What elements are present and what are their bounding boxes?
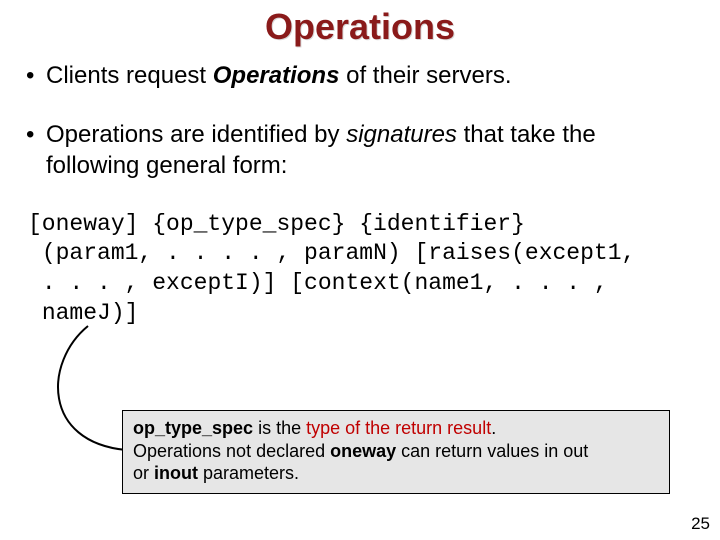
slide: Operations Clients request Operations of…	[0, 0, 720, 540]
callout-inout: inout	[154, 463, 198, 483]
callout-l2-pre: Operations not declared	[133, 441, 330, 461]
callout-l3-post: parameters.	[198, 463, 299, 483]
callout-l1-end: .	[491, 418, 496, 438]
page-number: 25	[691, 514, 710, 534]
callout-l3-pre: or	[133, 463, 154, 483]
callout-out: out	[563, 441, 588, 461]
signature-code: [oneway] {op_type_spec} {identifier} (pa…	[0, 210, 720, 330]
callout-type-of-return: type of the return result	[306, 418, 491, 438]
bullet-2-pre: Operations are identified by	[46, 121, 346, 148]
bullet-1-post: of their servers.	[339, 62, 511, 89]
bullet-2-signatures: signatures	[346, 121, 457, 148]
callout-line-2: Operations not declared oneway can retur…	[133, 440, 659, 463]
callout-line-3: or inout parameters.	[133, 462, 659, 485]
callout-line-1: op_type_spec is the type of the return r…	[133, 417, 659, 440]
callout-oneway: oneway	[330, 441, 396, 461]
bullet-2: Operations are identified by signatures …	[26, 119, 694, 181]
slide-title: Operations	[0, 0, 720, 48]
callout-l1-mid: is the	[253, 418, 306, 438]
bullet-1: Clients request Operations of their serv…	[26, 60, 694, 91]
bullet-list: Clients request Operations of their serv…	[0, 48, 720, 182]
callout-op-type-spec: op_type_spec	[133, 418, 253, 438]
bullet-1-pre: Clients request	[46, 62, 213, 89]
bullet-1-operations: Operations	[213, 62, 340, 89]
callout-l2-post: can return values in	[396, 441, 563, 461]
callout-box: op_type_spec is the type of the return r…	[122, 410, 670, 494]
